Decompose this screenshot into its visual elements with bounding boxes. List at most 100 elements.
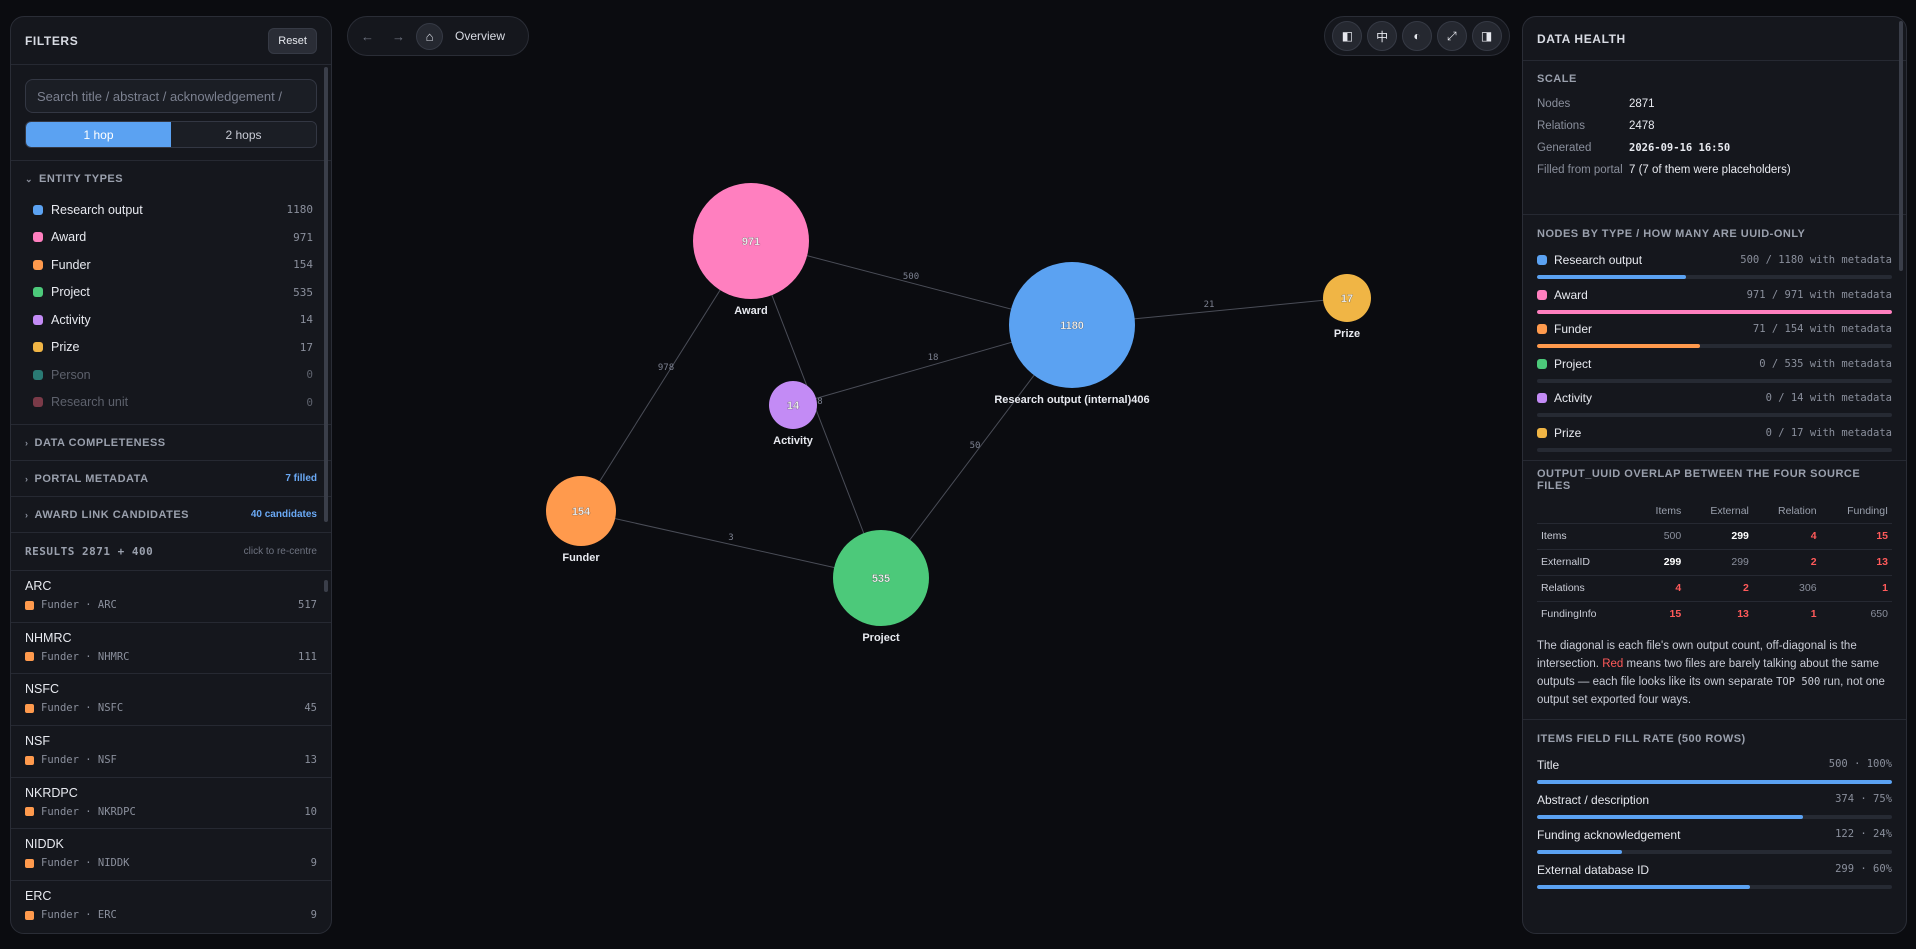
hop-2-button[interactable]: 2 hops [171, 122, 316, 147]
entity-type-award[interactable]: Award 971 [25, 224, 317, 252]
overlap-cell: 650 [1820, 600, 1892, 627]
type-health-row: Prize 0 / 17 with metadata [1537, 426, 1892, 461]
node-value: 535 [872, 573, 890, 585]
type-health-label: Project [1554, 356, 1592, 371]
entity-color-swatch [33, 342, 43, 353]
data-health-panel: DATA HEALTH SCALE Nodes 2871 Relations 2478… [1522, 16, 1907, 934]
node-value: 17 [1341, 293, 1353, 305]
entity-type-research-unit[interactable]: Research unit 0 [25, 389, 317, 417]
result-row[interactable]: NSFC Funder · NSFC 45 [11, 673, 331, 725]
result-row[interactable]: ERC Funder · ERC 9 [11, 880, 331, 932]
result-name: ERC [25, 889, 52, 904]
node-project[interactable]: 535 Project [833, 530, 929, 644]
overlap-row-label: FundingInfo [1537, 600, 1638, 627]
node-prize[interactable]: 17 Prize [1323, 274, 1371, 340]
fill-rate-top: Abstract / description 374 · 75% [1537, 793, 1892, 807]
section-badge: 40 candidates [250, 509, 317, 520]
entity-type-prize[interactable]: Prize 17 [25, 334, 317, 362]
section-header[interactable]: › DATA COMPLETENESS [25, 425, 317, 460]
hop-toggle: 1 hop 2 hops [25, 121, 317, 148]
filters-scrollbar[interactable] [324, 67, 328, 522]
fill-rate-row: Title 500 · 100% [1537, 758, 1892, 793]
theme-icon[interactable]: ◐ [1401, 21, 1432, 51]
type-health-top: Research output 500 / 1180 with metadata [1537, 253, 1892, 267]
entity-type-activity[interactable]: Activity 14 [25, 306, 317, 334]
view-toolbar: ◧ 中 ◐ ⤢ ◨ [1324, 16, 1510, 56]
expand-icon[interactable]: ⤢ [1436, 21, 1467, 51]
entity-color-swatch [33, 369, 43, 380]
entity-type-funder[interactable]: Funder 154 [25, 251, 317, 279]
result-row[interactable]: NIDDK Funder · NIDDK 9 [11, 828, 331, 880]
node-research[interactable]: 1180 Research output (internal)406 [994, 262, 1150, 406]
navigation-bar: ← → ⌂ Overview [347, 16, 529, 56]
fill-rate-label: Abstract / description [1537, 793, 1650, 807]
result-row[interactable]: NSF Funder · NSF 13 [11, 725, 331, 777]
entity-type-count: 17 [299, 340, 313, 354]
reset-button[interactable]: Reset [268, 27, 317, 54]
toggle-right-panel-icon[interactable]: ◨ [1471, 21, 1502, 51]
node-award[interactable]: 971 Award [693, 183, 809, 317]
results-scrollbar[interactable] [324, 580, 328, 592]
type-health-top: Prize 0 / 17 with metadata [1537, 426, 1892, 440]
node-label: Funder [562, 552, 600, 564]
fill-rate-section: ITEMS FIELD FILL RATE (500 ROWS) Title 50… [1523, 719, 1906, 898]
edge-label: 21 [1204, 300, 1215, 310]
entity-type-label: Research output [51, 202, 143, 217]
type-health-label: Funder [1554, 322, 1593, 336]
entity-color-swatch [33, 232, 43, 243]
edge-label: 3 [728, 533, 733, 543]
graph-canvas[interactable]: 500 21 978 18 8 50 3 971 Award 1180 Research outpu… [332, 60, 1522, 940]
section-header[interactable]: › AWARD LINK CANDIDATES 40 candidates [25, 497, 317, 532]
hop-1-button[interactable]: 1 hop [26, 122, 171, 147]
entity-types-header[interactable]: ⌄ ENTITY TYPES [25, 161, 317, 196]
entity-color-swatch [33, 314, 43, 325]
fill-rate-bar-fill [1537, 815, 1804, 819]
edge-label: 978 [658, 363, 674, 373]
fill-rate-top: External database ID 299 · 60% [1537, 863, 1892, 877]
result-row[interactable]: ARC Funder · ARC 517 [11, 570, 331, 622]
chevron-down-icon: ⌄ [25, 173, 34, 184]
node-label: Prize [1334, 328, 1360, 340]
health-scrollbar[interactable] [1899, 21, 1903, 271]
home-icon[interactable]: ⌂ [416, 22, 443, 50]
fill-rate-label: Title [1537, 758, 1560, 772]
node-value: 14 [787, 400, 800, 412]
fill-rate-top: Title 500 · 100% [1537, 758, 1892, 772]
back-arrow-icon[interactable]: ← [354, 23, 381, 50]
node-funder[interactable]: 154 Funder [546, 476, 616, 564]
chevron-right-icon: › [25, 509, 29, 520]
type-health-label: Award [1554, 287, 1588, 302]
section-title: PORTAL METADATA [34, 472, 149, 485]
entity-type-count: 971 [293, 230, 313, 244]
toggle-left-panel-icon[interactable]: ◧ [1332, 21, 1363, 51]
section-header[interactable]: › PORTAL METADATA 7 filled [25, 461, 317, 496]
forward-arrow-icon[interactable]: → [385, 23, 412, 50]
overlap-cell: 13 [1685, 600, 1753, 627]
node-activity[interactable]: 14 Activity [769, 381, 817, 447]
entity-type-research-output[interactable]: Research output 1180 [25, 196, 317, 224]
result-meta-line: Funder · NSFC 45 [25, 702, 317, 714]
type-health-label: Research output [1554, 253, 1643, 267]
type-health-bar [1537, 378, 1892, 383]
funder-color-swatch [25, 910, 34, 920]
type-health-row: Award 971 / 971 with metadata [1537, 288, 1892, 323]
result-row[interactable]: NHMRC Funder · NHMRC 111 [11, 621, 331, 674]
scale-key: Filled from portal [1537, 164, 1623, 176]
type-health-bar [1537, 309, 1892, 314]
node-label: Award [734, 305, 767, 317]
result-meta-line: Funder · NSF 13 [25, 754, 317, 766]
type-color-swatch [1537, 255, 1547, 265]
overlap-cell: 15 [1638, 600, 1686, 627]
language-icon[interactable]: 中 [1367, 21, 1398, 51]
result-meta-line: Funder · NHMRC 111 [25, 651, 317, 663]
search-input[interactable]: Search title / abstract / acknowledgemen… [25, 79, 317, 113]
types-title: NODES BY TYPE / HOW MANY ARE UUID-ONLY [1537, 228, 1806, 240]
result-meta: Funder · NIDDK [41, 857, 130, 870]
result-meta-line: Funder · ARC 517 [25, 599, 317, 611]
result-row[interactable]: NKRDPC Funder · NKRDPC 10 [11, 776, 331, 829]
entity-type-person[interactable]: Person 0 [25, 361, 317, 389]
result-name: NKRDPC [25, 785, 78, 800]
search-placeholder: Search title / abstract / acknowledgemen… [37, 88, 282, 104]
section-award-link-candidates: › AWARD LINK CANDIDATES 40 candidates [11, 496, 331, 532]
entity-type-project[interactable]: Project 535 [25, 279, 317, 307]
